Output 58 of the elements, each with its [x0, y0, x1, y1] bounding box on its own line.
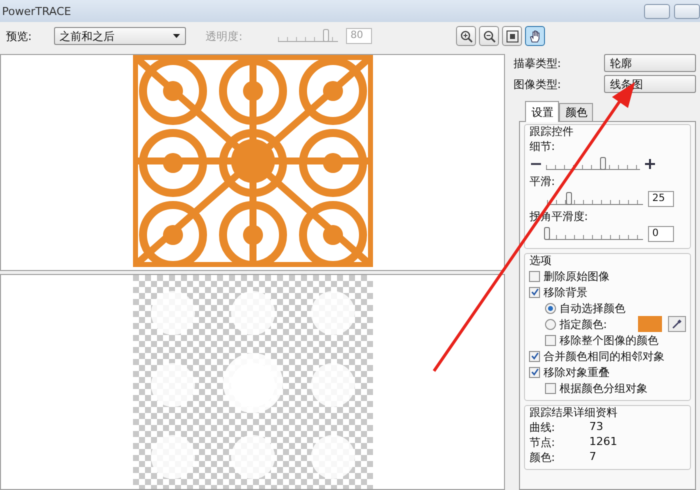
toolbar-button[interactable] — [525, 26, 546, 46]
slider-thumb[interactable] — [323, 29, 330, 42]
slider-thumb[interactable] — [566, 192, 572, 205]
tab[interactable]: 设置 — [525, 101, 560, 122]
plus-icon[interactable] — [645, 159, 656, 169]
window-title: PowerTRACE — [2, 4, 72, 18]
minimize-button[interactable] — [644, 4, 670, 18]
preview-dropdown[interactable]: 之前和之后 — [54, 27, 186, 45]
eyedropper-button[interactable] — [668, 316, 686, 332]
option-label: 删除原始图像 — [543, 268, 610, 284]
option-label: 根据颜色分组对象 — [559, 380, 648, 396]
group-title: 跟踪结果详细资料 — [529, 405, 618, 420]
option-label: 移除整个图像的颜色 — [559, 332, 658, 348]
caret-icon — [172, 34, 180, 38]
preview-label: 预览: — [6, 28, 32, 44]
color-swatch[interactable] — [638, 316, 662, 332]
result-label: 节点: — [529, 435, 556, 450]
zoom-out-icon — [482, 30, 496, 42]
checkbox[interactable] — [529, 286, 540, 298]
tab[interactable]: 颜色 — [559, 103, 594, 122]
radio-button[interactable] — [545, 302, 556, 314]
slider-label: 平滑: — [529, 175, 555, 188]
group-title: 跟踪控件 — [529, 124, 574, 139]
hand-icon — [529, 30, 542, 42]
field-label: 描摹类型: — [513, 56, 561, 70]
toolbar-button[interactable] — [479, 26, 500, 46]
result-label: 曲线: — [529, 420, 556, 435]
toolbar-button[interactable] — [502, 26, 522, 46]
checkbox[interactable] — [545, 334, 556, 346]
checkbox[interactable] — [529, 270, 540, 282]
toolbar-button[interactable] — [456, 26, 476, 46]
slider-label: 细节: — [529, 140, 555, 153]
option-label: 合并颜色相同的相邻对象 — [543, 348, 664, 364]
zoom-in-icon — [460, 30, 473, 42]
slider-value-field[interactable]: 25 — [648, 191, 674, 207]
checkbox[interactable] — [529, 366, 540, 378]
field-label: 图像类型: — [513, 76, 561, 92]
checkbox[interactable] — [545, 382, 556, 394]
slider-thumb[interactable] — [600, 157, 606, 170]
slider-thumb[interactable] — [544, 227, 550, 240]
eyedropper-icon — [672, 319, 682, 329]
trace-type-dropdown[interactable]: 轮廓 — [604, 54, 696, 72]
group-title: 选项 — [529, 253, 552, 268]
result-value: 7 — [589, 450, 596, 465]
option-label: 移除背景 — [543, 284, 588, 300]
result-label: 颜色: — [529, 450, 556, 465]
maximize-button[interactable] — [674, 4, 700, 18]
radio-button[interactable] — [545, 318, 556, 330]
checkbox[interactable] — [529, 350, 540, 362]
checkmark-icon — [530, 288, 539, 296]
result-value: 73 — [589, 420, 604, 435]
option-label: 移除对象重叠 — [543, 364, 610, 380]
fit-frame-icon — [506, 30, 519, 42]
result-value: 1261 — [589, 435, 618, 450]
slider-value-field[interactable]: 0 — [648, 226, 674, 242]
transparency-label: 透明度: — [206, 28, 242, 44]
option-label: 指定颜色: — [559, 316, 607, 332]
option-label: 自动选择颜色 — [559, 300, 626, 316]
